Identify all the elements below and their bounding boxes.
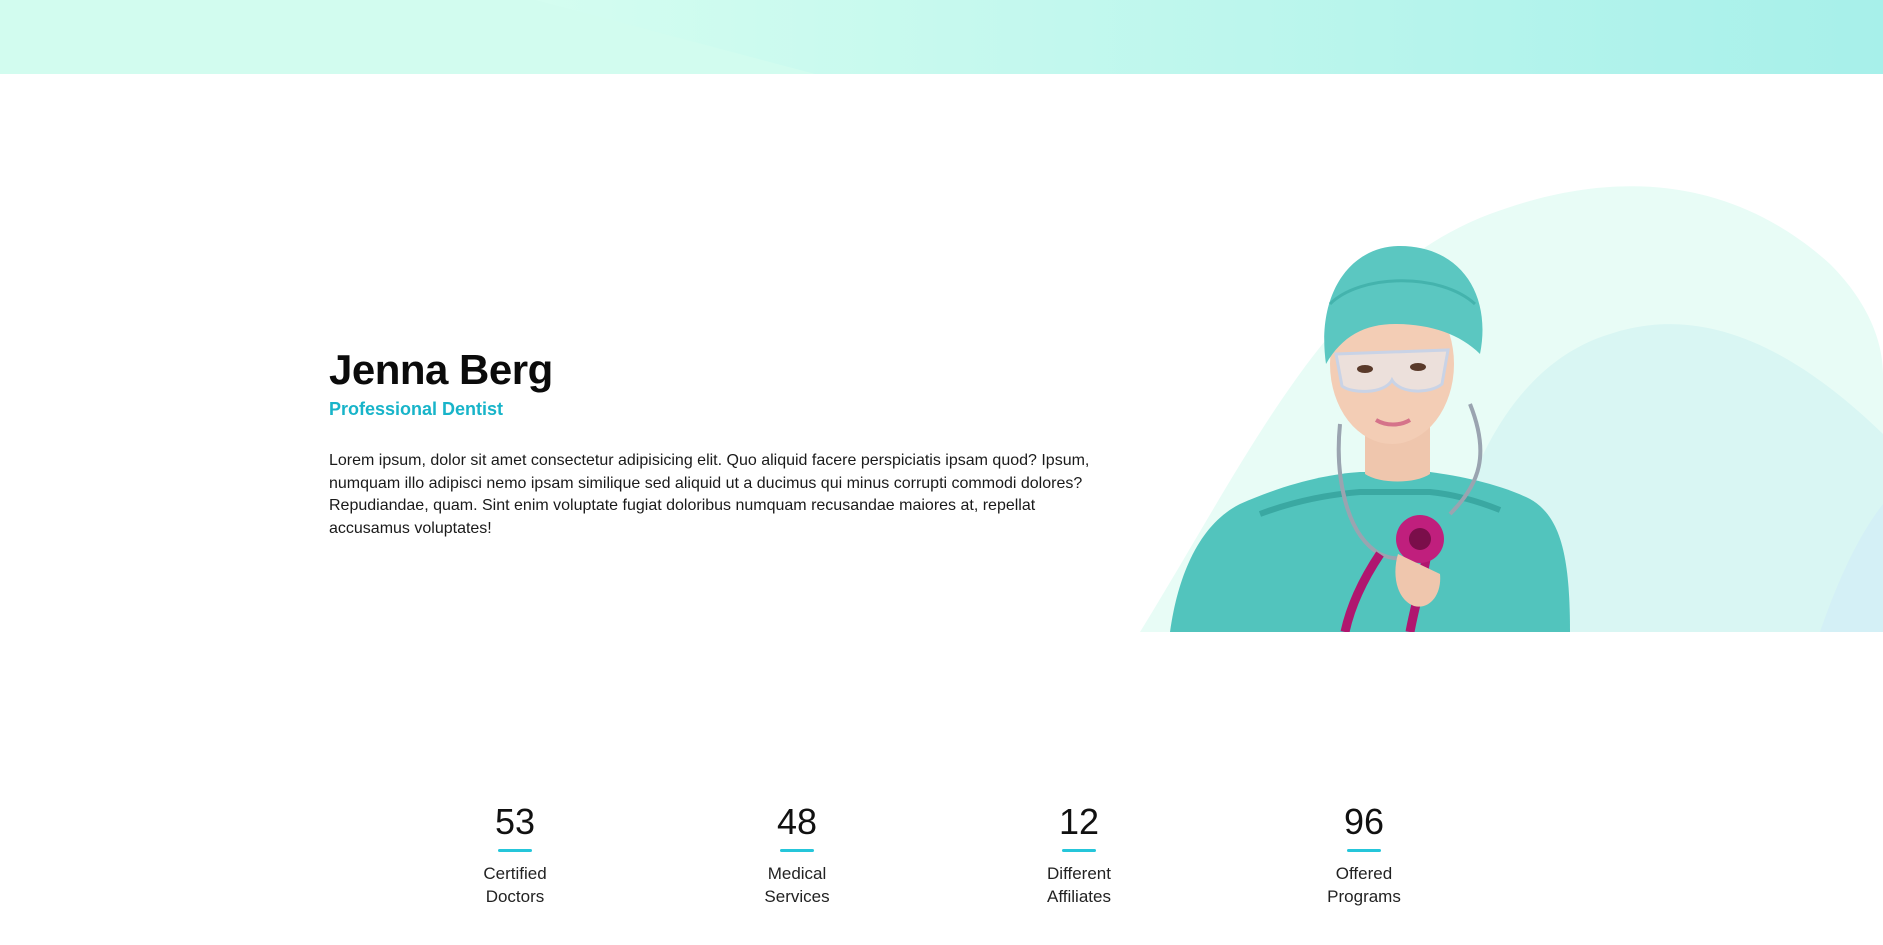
stat-item: 12 Different Affiliates: [979, 800, 1179, 908]
doctor-intro: Jenna Berg Professional Dentist Lorem ip…: [329, 346, 1119, 540]
stat-label: Different Affiliates: [1047, 864, 1111, 906]
stat-label: Certified Doctors: [483, 864, 547, 906]
stat-item: 96 Offered Programs: [1264, 800, 1464, 908]
stat-underline: [1062, 849, 1096, 852]
doctor-name: Jenna Berg: [329, 346, 553, 393]
stat-underline: [498, 849, 532, 852]
doctor-hero-section: Jenna Berg Professional Dentist Lorem ip…: [0, 74, 1883, 632]
stats-section: 53 Certified Doctors 48 Medical Services…: [0, 800, 1883, 910]
stat-value: 48: [776, 801, 818, 842]
stat-underline: [780, 849, 814, 852]
doctor-bio: Lorem ipsum, dolor sit amet consectetur …: [329, 452, 1090, 537]
top-decorative-band: [0, 0, 1883, 74]
stat-item: 53 Certified Doctors: [415, 800, 615, 908]
stat-value: 53: [494, 801, 536, 842]
stat-underline: [1347, 849, 1381, 852]
stat-item: 48 Medical Services: [697, 800, 897, 908]
stat-label: Medical Services: [764, 864, 830, 906]
doctor-role: Professional Dentist: [329, 399, 504, 419]
doctor-portrait-area: [1130, 154, 1883, 632]
stat-value: 12: [1058, 801, 1100, 842]
stat-label: Offered Programs: [1327, 864, 1401, 906]
stat-value: 96: [1343, 801, 1385, 842]
